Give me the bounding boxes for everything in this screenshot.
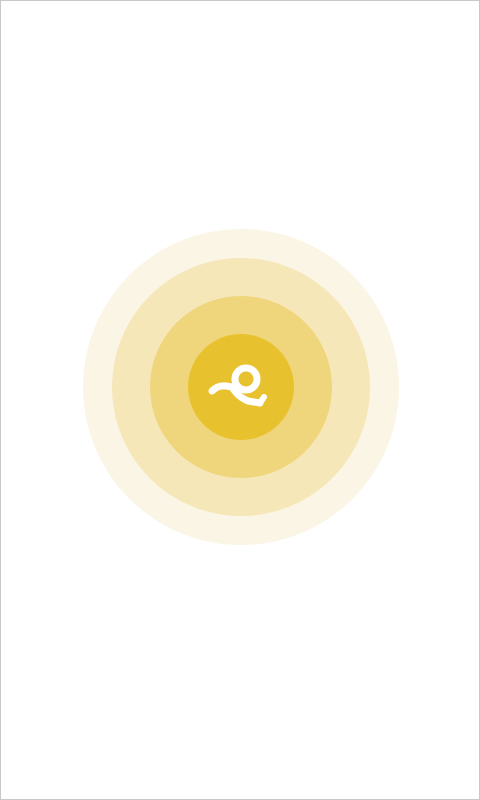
splash-screen (0, 0, 480, 800)
runner-logo-icon (208, 364, 267, 407)
